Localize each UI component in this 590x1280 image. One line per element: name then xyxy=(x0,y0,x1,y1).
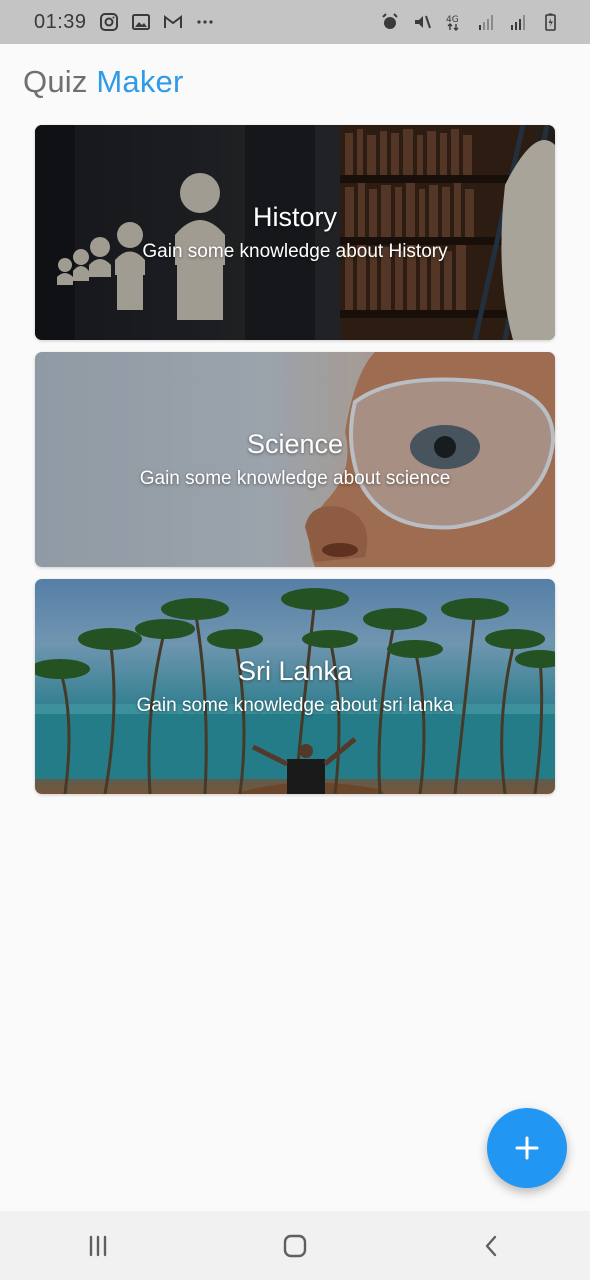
status-bar: 01:39 4G xyxy=(0,0,590,44)
signal-icon xyxy=(508,12,528,32)
network-4g-icon: 4G xyxy=(444,12,464,32)
navigation-bar xyxy=(0,1211,590,1280)
card-title: Science xyxy=(246,429,344,459)
recent-apps-button[interactable] xyxy=(68,1221,128,1271)
home-button[interactable] xyxy=(265,1221,325,1271)
instagram-icon xyxy=(99,12,119,32)
alarm-icon xyxy=(380,12,400,32)
title-quiz: Quiz xyxy=(23,64,88,99)
back-icon xyxy=(485,1235,496,1256)
card-title: Sri Lanka xyxy=(237,656,353,686)
card-text: Science Gain some knowledge about scienc… xyxy=(35,352,555,567)
plus-icon xyxy=(515,1136,539,1160)
card-subtitle: Gain some knowledge about sri lanka xyxy=(136,695,454,716)
gallery-icon xyxy=(131,12,151,32)
more-icon xyxy=(195,12,215,32)
quiz-card-history[interactable]: History Gain some knowledge about Histor… xyxy=(35,125,555,340)
mute-icon xyxy=(412,12,432,32)
status-left: 01:39 xyxy=(34,11,215,34)
recent-apps-icon xyxy=(90,1235,107,1256)
card-subtitle: Gain some knowledge about History xyxy=(142,241,448,262)
quiz-card-sri-lanka[interactable]: Sri Lanka Gain some knowledge about sri … xyxy=(35,579,555,794)
app-title: Quiz Maker xyxy=(23,64,184,100)
title-maker: Maker xyxy=(96,64,184,99)
card-text: Sri Lanka Gain some knowledge about sri … xyxy=(35,579,555,794)
status-right: 4G xyxy=(380,12,560,32)
signal-icon xyxy=(476,12,496,32)
status-time: 01:39 xyxy=(34,10,87,33)
card-subtitle: Gain some knowledge about science xyxy=(139,468,451,489)
back-button[interactable] xyxy=(462,1221,522,1271)
card-text: History Gain some knowledge about Histor… xyxy=(35,125,555,340)
battery-icon xyxy=(540,12,560,32)
gmail-icon xyxy=(163,12,183,32)
home-icon xyxy=(283,1234,307,1257)
svg-text:4G: 4G xyxy=(446,15,459,25)
card-title: History xyxy=(252,202,337,232)
add-quiz-button[interactable] xyxy=(487,1108,567,1188)
quiz-card-science[interactable]: Science Gain some knowledge about scienc… xyxy=(35,352,555,567)
